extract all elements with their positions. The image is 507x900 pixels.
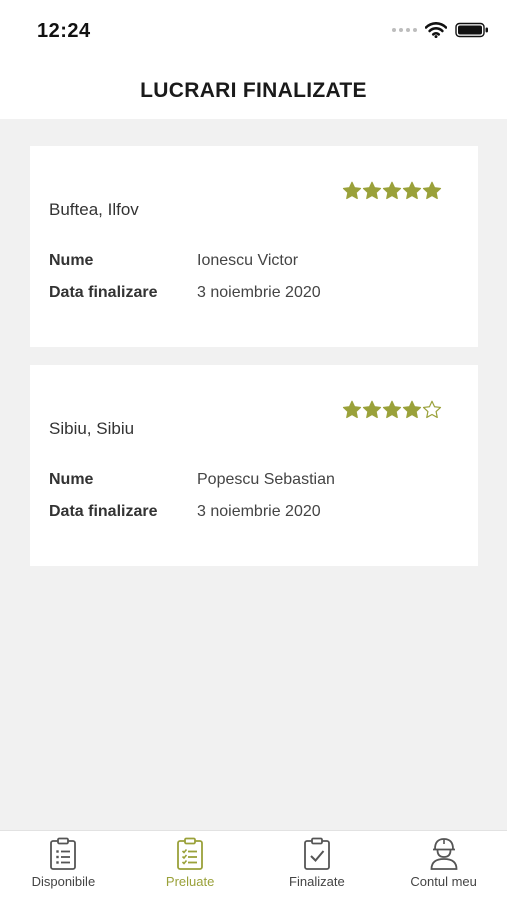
job-location: Sibiu, Sibiu: [49, 419, 135, 438]
star-filled-icon: [422, 181, 442, 200]
tab-bar: Disponibile Preluate Finalizate Contul m…: [0, 830, 507, 900]
name-value: Popescu Sebastian: [197, 471, 335, 488]
tab-finalizate[interactable]: Finalizate: [254, 831, 381, 900]
clipboard-checklist-icon: [177, 837, 204, 870]
status-icons: [392, 22, 489, 38]
name-label: Nume: [49, 471, 94, 488]
star-filled-icon: [402, 400, 422, 419]
job-card[interactable]: Sibiu, Sibiu Nume Popescu Sebastian Data…: [30, 365, 478, 566]
star-rating: [342, 181, 442, 201]
date-value: 3 noiembrie 2020: [197, 284, 321, 301]
page-title: LUCRARI FINALIZATE: [140, 79, 367, 102]
name-value: Ionescu Victor: [197, 252, 299, 269]
star-filled-icon: [342, 181, 362, 200]
date-label: Data finalizare: [49, 503, 158, 520]
signal-icon: [392, 28, 417, 32]
tab-label: Preluate: [165, 874, 215, 889]
clipboard-check-icon: [303, 837, 330, 870]
star-filled-icon: [402, 181, 422, 200]
name-label: Nume: [49, 252, 94, 269]
star-filled-icon: [382, 400, 402, 419]
tab-label: Finalizate: [289, 874, 345, 889]
date-row: Data finalizare 3 noiembrie 2020: [49, 284, 321, 302]
tab-contul-meu[interactable]: Contul meu: [380, 831, 507, 900]
tab-label: Contul meu: [410, 874, 477, 889]
star-rating: [342, 400, 442, 420]
clipboard-list-icon: [50, 837, 77, 870]
worker-helmet-icon: [430, 838, 458, 870]
wifi-icon: [425, 22, 447, 38]
tab-disponibile[interactable]: Disponibile: [0, 831, 127, 900]
star-filled-icon: [382, 181, 402, 200]
date-value: 3 noiembrie 2020: [197, 503, 321, 520]
battery-icon: [455, 22, 488, 38]
date-label: Data finalizare: [49, 284, 158, 301]
app-header: LUCRARI FINALIZATE: [0, 62, 507, 119]
name-row: Nume Popescu Sebastian: [49, 471, 335, 489]
date-row: Data finalizare 3 noiembrie 2020: [49, 503, 321, 521]
star-empty-icon: [422, 400, 442, 419]
status-bar: 12:24: [0, 0, 507, 62]
tab-preluate[interactable]: Preluate: [127, 831, 254, 900]
star-filled-icon: [362, 181, 382, 200]
name-row: Nume Ionescu Victor: [49, 252, 298, 270]
star-filled-icon: [342, 400, 362, 419]
star-filled-icon: [362, 400, 382, 419]
tab-label: Disponibile: [31, 874, 96, 889]
job-location: Buftea, Ilfov: [49, 200, 139, 219]
job-card[interactable]: Buftea, Ilfov Nume Ionescu Victor Data f…: [30, 146, 478, 347]
status-time: 12:24: [37, 20, 91, 42]
